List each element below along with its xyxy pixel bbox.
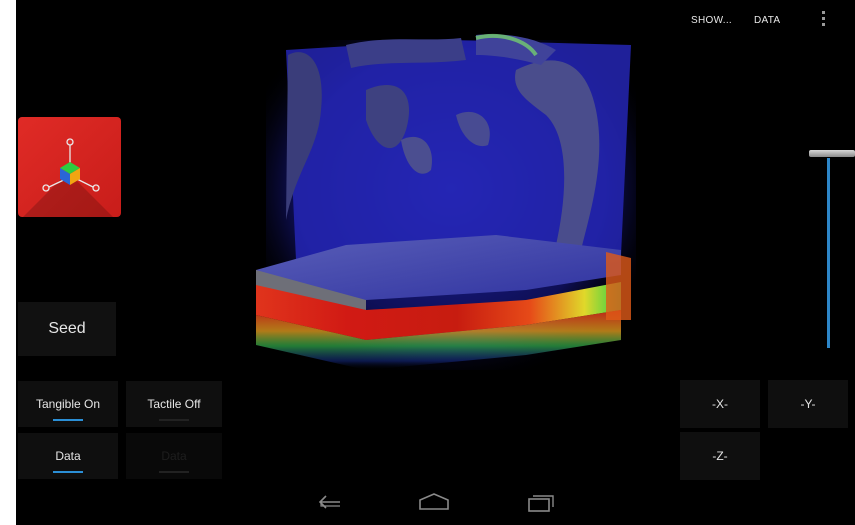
slider-track[interactable]	[827, 158, 830, 348]
axes-cube-icon	[18, 117, 121, 217]
app-tile[interactable]	[18, 117, 121, 217]
screen: SHOW... DATA	[16, 0, 855, 525]
home-icon[interactable]	[417, 492, 451, 512]
data-toggle-button[interactable]: Data	[18, 433, 118, 479]
tangible-indicator	[53, 419, 83, 421]
overflow-menu-icon[interactable]	[820, 11, 826, 31]
data-2-indicator	[159, 471, 189, 473]
slider-handle[interactable]	[809, 150, 855, 157]
axis-z-button[interactable]: -Z-	[680, 432, 760, 480]
axis-y-button[interactable]: -Y-	[768, 380, 848, 428]
recents-icon[interactable]	[526, 492, 556, 512]
tactile-toggle-button[interactable]: Tactile Off	[126, 381, 222, 427]
data-toggle-button-2[interactable]: Data	[126, 433, 222, 479]
seed-button[interactable]: Seed	[18, 302, 116, 356]
show-menu-button[interactable]: SHOW...	[691, 15, 732, 26]
data-menu-button[interactable]: DATA	[754, 15, 780, 26]
tactile-indicator	[159, 419, 189, 421]
data-indicator	[53, 471, 83, 473]
tangible-toggle-button[interactable]: Tangible On	[18, 381, 118, 427]
back-icon[interactable]	[314, 492, 344, 512]
volume-visualization[interactable]	[226, 20, 636, 380]
axis-x-button[interactable]: -X-	[680, 380, 760, 428]
